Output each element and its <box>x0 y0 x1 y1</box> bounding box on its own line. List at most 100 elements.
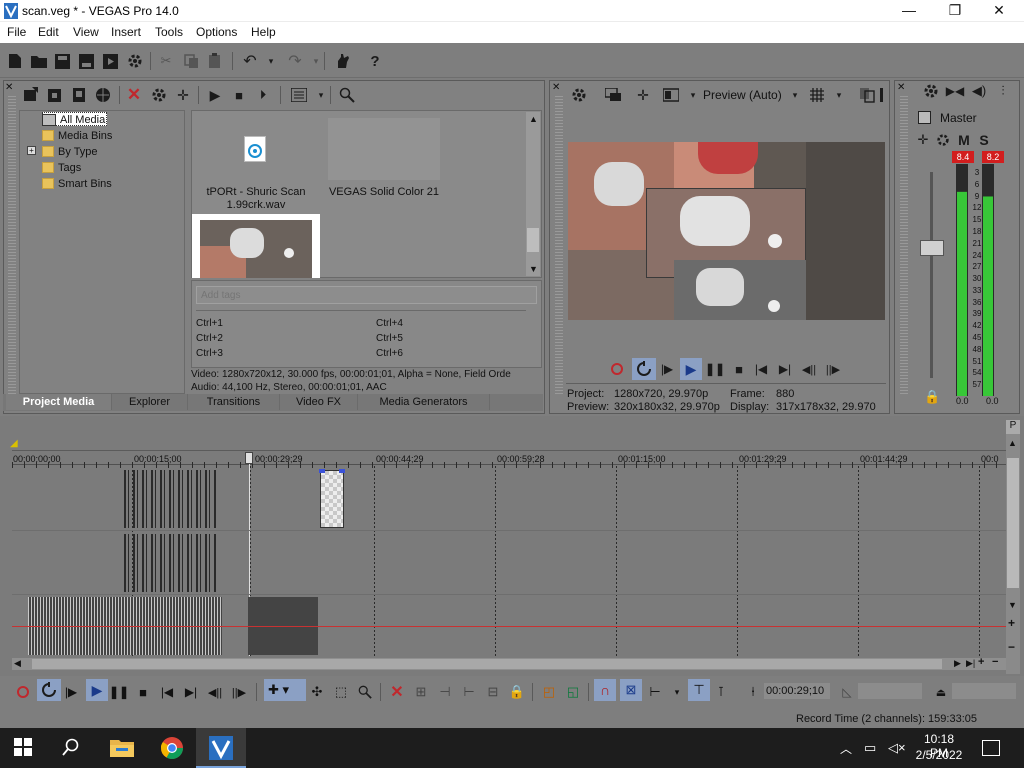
new-icon[interactable] <box>6 52 24 70</box>
speaker-icon[interactable]: ◀) <box>970 82 988 100</box>
views-list-icon[interactable] <box>290 86 308 104</box>
zoom-in-icon[interactable]: + <box>1008 616 1015 630</box>
tag-shortcut[interactable]: Ctrl+3 <box>196 348 223 359</box>
overlays-dropdown-icon[interactable]: ▾ <box>830 86 848 104</box>
panel-close-icon[interactable]: ✕ <box>552 82 562 93</box>
solid-color-thumbnail[interactable] <box>328 118 440 180</box>
scrollbar-thumb[interactable] <box>527 228 539 252</box>
preview-fx-dropdown-icon[interactable]: ▾ <box>684 86 702 104</box>
go-to-start-icon[interactable]: |◀ <box>752 360 770 378</box>
media-item-name[interactable]: VEGAS Solid Color 21 <box>324 186 444 198</box>
render-icon[interactable] <box>101 52 119 70</box>
timeline-time-display[interactable]: 00:00:29;10 <box>764 683 830 699</box>
lock-envelopes-icon[interactable]: ⊤ <box>688 679 710 701</box>
scroll-left-icon[interactable]: ◀ <box>14 658 21 669</box>
help-question-icon[interactable]: ? <box>366 52 384 70</box>
panel-close-icon[interactable]: ✕ <box>897 82 907 93</box>
delete-icon[interactable]: ✕ <box>388 683 406 701</box>
master-solo-button[interactable]: S <box>975 131 993 149</box>
scrollbar-thumb[interactable] <box>1007 458 1019 588</box>
open-icon[interactable] <box>30 52 48 70</box>
next-frame-icon[interactable]: ||▶ <box>230 683 248 701</box>
tab-media-generators[interactable]: Media Generators <box>358 394 490 410</box>
copy-icon[interactable] <box>182 52 200 70</box>
undo-dropdown-icon[interactable]: ▾ <box>262 52 280 70</box>
preview-properties-gear-icon[interactable] <box>570 86 588 104</box>
taskbar-search-icon[interactable] <box>62 738 84 760</box>
zoom-out-icon[interactable]: − <box>1008 640 1015 654</box>
media-play-icon[interactable]: ▶ <box>206 86 224 104</box>
lock-events-icon[interactable]: 🔒 <box>508 683 526 701</box>
media-split-icon[interactable]: ✛ <box>174 86 192 104</box>
previous-frame-icon[interactable]: ◀|| <box>206 683 224 701</box>
loop-playback-icon[interactable] <box>632 358 656 380</box>
tree-expand-toggle[interactable]: + <box>27 146 36 155</box>
split-icon[interactable]: ⊟ <box>484 683 502 701</box>
menu-options[interactable]: Options <box>196 25 237 39</box>
tree-item-by-type[interactable]: By Type <box>42 144 98 159</box>
tab-video-fx[interactable]: Video FX <box>280 394 358 410</box>
menu-tools[interactable]: Tools <box>155 25 183 39</box>
chrome-icon[interactable] <box>160 736 184 760</box>
redo-icon[interactable]: ↷ <box>286 52 304 70</box>
remove-media-icon[interactable]: ✕ <box>125 85 143 104</box>
import-media-icon[interactable] <box>22 86 40 104</box>
save-as-icon[interactable] <box>77 52 95 70</box>
event-length-field[interactable] <box>952 683 1016 699</box>
insert-marker-icon[interactable]: ◰ <box>540 683 558 701</box>
zoom-tool-icon[interactable] <box>356 683 374 701</box>
downmix-icon[interactable]: ▶◀ <box>946 82 964 100</box>
add-tags-input[interactable] <box>196 286 537 304</box>
video-event-stripes[interactable] <box>124 470 218 528</box>
vegas-taskbar-button[interactable] <box>196 728 246 768</box>
save-icon[interactable] <box>53 52 71 70</box>
time-marker-pin-icon[interactable]: ⍿ <box>744 683 762 701</box>
fade-handle-icon[interactable] <box>339 469 345 473</box>
menu-insert[interactable]: Insert <box>111 25 141 39</box>
overlays-grid-icon[interactable] <box>808 86 826 104</box>
scrollbar-thumb[interactable] <box>32 659 942 669</box>
preview-quality-select[interactable]: Preview (Auto) <box>703 88 782 102</box>
timeline-horizontal-scrollbar[interactable]: ◀ ▶ ▶| + − <box>12 656 1006 670</box>
menu-help[interactable]: Help <box>251 25 276 39</box>
minimize-button[interactable]: — <box>886 0 932 22</box>
tree-item-media-bins[interactable]: Media Bins <box>42 128 112 143</box>
undo-icon[interactable]: ↶ <box>241 52 259 70</box>
volume-envelope-line[interactable] <box>12 626 1006 627</box>
tab-project-media[interactable]: Project Media <box>6 394 112 410</box>
video-event-stripes[interactable] <box>124 534 218 592</box>
tag-shortcut[interactable]: Ctrl+1 <box>196 318 223 329</box>
system-tray-chevron-icon[interactable]: ︿ <box>840 740 852 757</box>
envelope-tool-icon[interactable]: ✣ <box>308 683 326 701</box>
master-mute-button[interactable]: M <box>955 131 973 149</box>
auto-ripple-icon[interactable]: ⊢ <box>646 683 664 701</box>
media-item-name[interactable]: tPORt - Shuric Scan 1.99crk.wav <box>196 186 316 212</box>
snapping-magnet-icon[interactable]: ∩ <box>594 679 616 701</box>
tab-explorer[interactable]: Explorer <box>112 394 188 410</box>
lock-icon[interactable]: 🔒 <box>924 389 940 405</box>
trim-icon[interactable]: ⊞ <box>412 683 430 701</box>
master-fx-icon[interactable]: ✛ <box>914 131 932 149</box>
tree-item-smart-bins[interactable]: Smart Bins <box>42 176 112 191</box>
copy-snapshot-icon[interactable] <box>858 86 876 104</box>
split-screen-icon[interactable]: ✛ <box>634 86 652 104</box>
cut-icon[interactable]: ✂ <box>157 52 175 70</box>
tree-item-all-media[interactable]: All Media <box>42 112 105 127</box>
auto-preview-icon[interactable]: ⏵ <box>254 86 272 104</box>
panel-grip[interactable] <box>555 96 563 396</box>
zoom-in-horizontal-icon[interactable]: + <box>978 656 984 668</box>
menu-view[interactable]: View <box>73 25 99 39</box>
tag-shortcut[interactable]: Ctrl+6 <box>376 348 403 359</box>
scroll-up-icon[interactable]: ▲ <box>529 114 538 124</box>
normal-edit-tool-icon[interactable]: ✚ ▾ <box>264 679 306 701</box>
ignore-grouping-icon[interactable]: ⊺ <box>712 683 730 701</box>
tree-item-tags[interactable]: Tags <box>42 160 81 175</box>
audio-file-icon[interactable] <box>244 136 266 162</box>
go-to-end-icon[interactable]: ▶| <box>776 360 794 378</box>
scroll-down-icon[interactable]: ▼ <box>529 264 538 274</box>
playhead-handle[interactable] <box>245 452 253 464</box>
action-center-icon[interactable] <box>982 740 1000 756</box>
get-media-icon[interactable] <box>70 86 88 104</box>
stop-icon[interactable]: ■ <box>134 683 152 701</box>
views-dropdown-icon[interactable]: ▾ <box>312 86 330 104</box>
